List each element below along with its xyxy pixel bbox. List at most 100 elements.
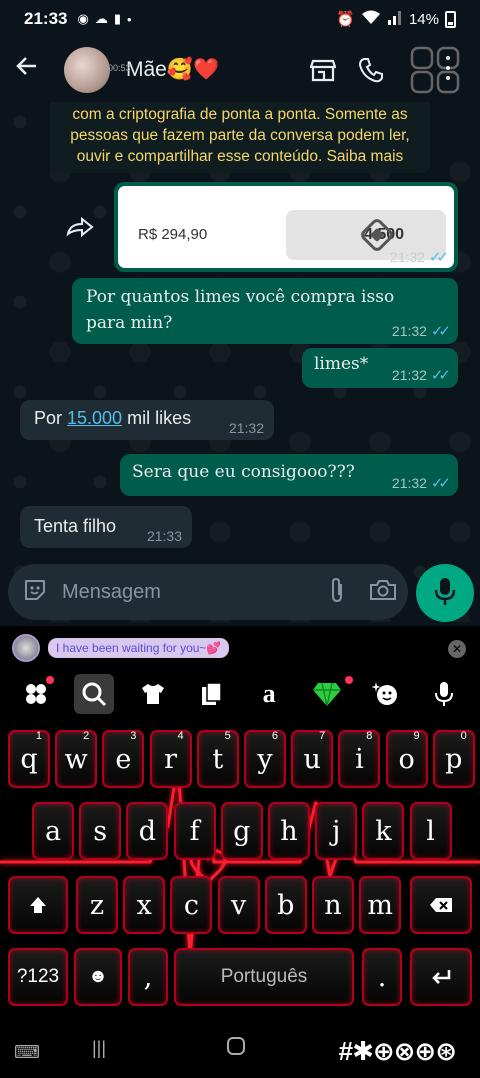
key-r[interactable]: r4 xyxy=(149,730,192,788)
banner-text[interactable]: I have been waiting for you~💕 xyxy=(48,638,230,658)
apps-icon[interactable] xyxy=(16,674,56,714)
shift-key[interactable] xyxy=(8,876,68,934)
chat-area[interactable]: com a criptografia de ponta a ponta. Som… xyxy=(0,102,480,622)
attach-icon[interactable] xyxy=(327,576,347,609)
avatar[interactable]: 00:53 xyxy=(64,47,131,93)
message-bubble-out[interactable]: limes* 21:32 ✓✓ xyxy=(302,348,458,388)
key-h[interactable]: h xyxy=(268,802,310,860)
key-c[interactable]: c xyxy=(170,876,213,934)
mic-button[interactable] xyxy=(416,564,474,622)
key-y[interactable]: y6 xyxy=(244,730,286,788)
key-s[interactable]: s xyxy=(79,802,122,860)
read-ticks-icon: ✓✓ xyxy=(430,367,451,384)
clipboard-icon[interactable] xyxy=(191,674,231,714)
message-bubble-in[interactable]: Tenta filho 21:33 xyxy=(20,506,192,548)
key-u[interactable]: u7 xyxy=(291,730,334,788)
enter-icon xyxy=(432,970,451,984)
key-number-hint: 8 xyxy=(366,730,373,742)
key-number-hint: 2 xyxy=(83,730,90,742)
key-label: p xyxy=(445,743,463,775)
message-text: Sera que eu consigooo??? xyxy=(132,462,355,482)
recent-apps-icon[interactable]: ||| xyxy=(92,1038,106,1059)
avatar-overlay-text: 00:53 xyxy=(108,63,131,73)
menu-icon[interactable] xyxy=(406,44,466,96)
emoji-key[interactable]: ☻ xyxy=(74,948,122,1006)
key-q[interactable]: q1 xyxy=(8,730,50,788)
key-i[interactable]: i8 xyxy=(338,730,381,788)
search-icon[interactable] xyxy=(74,674,115,714)
product-message[interactable]: R$ 294,90 4.500 21:32 ✓✓ xyxy=(114,182,458,272)
message-text: Tenta filho xyxy=(34,516,117,536)
comma-key[interactable]: , xyxy=(128,948,168,1006)
keyboard-banner[interactable]: I have been waiting for you~💕 xyxy=(12,634,230,662)
key-label: i xyxy=(355,743,364,775)
store-icon[interactable] xyxy=(309,57,337,83)
key-number-hint: 0 xyxy=(460,730,467,742)
backspace-key[interactable] xyxy=(410,876,472,934)
close-icon[interactable]: ✕ xyxy=(448,640,466,658)
arrow-left-icon[interactable] xyxy=(14,53,50,87)
wifi-icon xyxy=(361,9,381,29)
home-icon[interactable] xyxy=(226,1036,246,1061)
key-label: t xyxy=(212,743,224,775)
symbols-key[interactable]: ?123 xyxy=(8,948,68,1006)
key-g[interactable]: g xyxy=(220,802,263,860)
forward-icon[interactable] xyxy=(66,214,94,245)
alarm-icon: ⏰ xyxy=(336,11,355,28)
space-key[interactable]: Português xyxy=(174,948,354,1006)
key-k[interactable]: k xyxy=(362,802,405,860)
theme-shirt-icon[interactable] xyxy=(133,674,173,714)
key-p[interactable]: p0 xyxy=(432,730,475,788)
chat-header: 00:53 Mãe🥰❤️ xyxy=(0,38,480,102)
voice-mic-icon[interactable] xyxy=(424,674,464,714)
key-x[interactable]: x xyxy=(123,876,166,934)
enter-key[interactable] xyxy=(410,948,472,1006)
key-a[interactable]: a xyxy=(32,802,74,860)
read-ticks-icon: ✓✓ xyxy=(430,475,451,492)
key-z[interactable]: z xyxy=(76,876,118,934)
shift-icon xyxy=(30,897,46,913)
key-n[interactable]: n xyxy=(312,876,354,934)
phone-icon[interactable] xyxy=(358,57,384,83)
encryption-notice[interactable]: com a criptografia de ponta a ponta. Som… xyxy=(50,102,430,173)
message-bubble-out[interactable]: Por quantos limes você compra isso para … xyxy=(72,278,458,344)
key-l[interactable]: l xyxy=(409,802,452,860)
period-key[interactable]: . xyxy=(362,948,402,1006)
key-t[interactable]: t5 xyxy=(196,730,239,788)
message-time: 21:32 ✓✓ xyxy=(389,249,449,266)
message-bubble-in[interactable]: Por 15.000 mil likes 21:32 xyxy=(20,400,274,440)
banner-avatar xyxy=(12,634,40,662)
message-bubble-out[interactable]: Sera que eu consigooo??? 21:32 ✓✓ xyxy=(120,454,458,496)
mic-icon xyxy=(434,576,456,611)
key-b[interactable]: b xyxy=(264,876,307,934)
number-link[interactable]: 15.000 xyxy=(67,408,122,428)
message-text: limes* xyxy=(314,354,369,374)
product-price: R$ 294,90 xyxy=(138,226,208,243)
key-v[interactable]: v xyxy=(217,876,260,934)
key-o[interactable]: o9 xyxy=(385,730,428,788)
contact-name[interactable]: Mãe🥰❤️ xyxy=(126,58,219,82)
key-f[interactable]: f xyxy=(173,802,216,860)
amazon-icon[interactable]: a xyxy=(249,674,289,714)
key-label: e xyxy=(115,743,132,775)
read-ticks-icon: ✓✓ xyxy=(428,249,449,266)
key-label: q xyxy=(20,743,38,775)
gem-icon[interactable] xyxy=(307,674,354,714)
key-number-hint: 5 xyxy=(224,730,231,742)
key-j[interactable]: j xyxy=(315,802,358,860)
message-input[interactable] xyxy=(62,580,327,604)
key-e[interactable]: e3 xyxy=(102,730,145,788)
key-d[interactable]: d xyxy=(126,802,169,860)
more-dot-icon: • xyxy=(126,11,132,27)
keyboard-hide-icon[interactable]: ⌨ xyxy=(14,1042,40,1063)
key-w[interactable]: w2 xyxy=(55,730,98,788)
key-number-hint: 4 xyxy=(177,730,184,742)
system-nav-bar: ⌨ ||| #✱⊕⊗⊕⊛ xyxy=(0,1026,480,1078)
camera-icon[interactable] xyxy=(369,578,397,607)
battery-icon xyxy=(445,10,456,28)
signal-icon xyxy=(387,9,403,29)
keyboard-toolbar: a xyxy=(0,672,480,716)
emoji-sparkle-icon[interactable] xyxy=(366,674,406,714)
key-m[interactable]: m xyxy=(359,876,402,934)
sticker-icon[interactable] xyxy=(22,577,48,608)
